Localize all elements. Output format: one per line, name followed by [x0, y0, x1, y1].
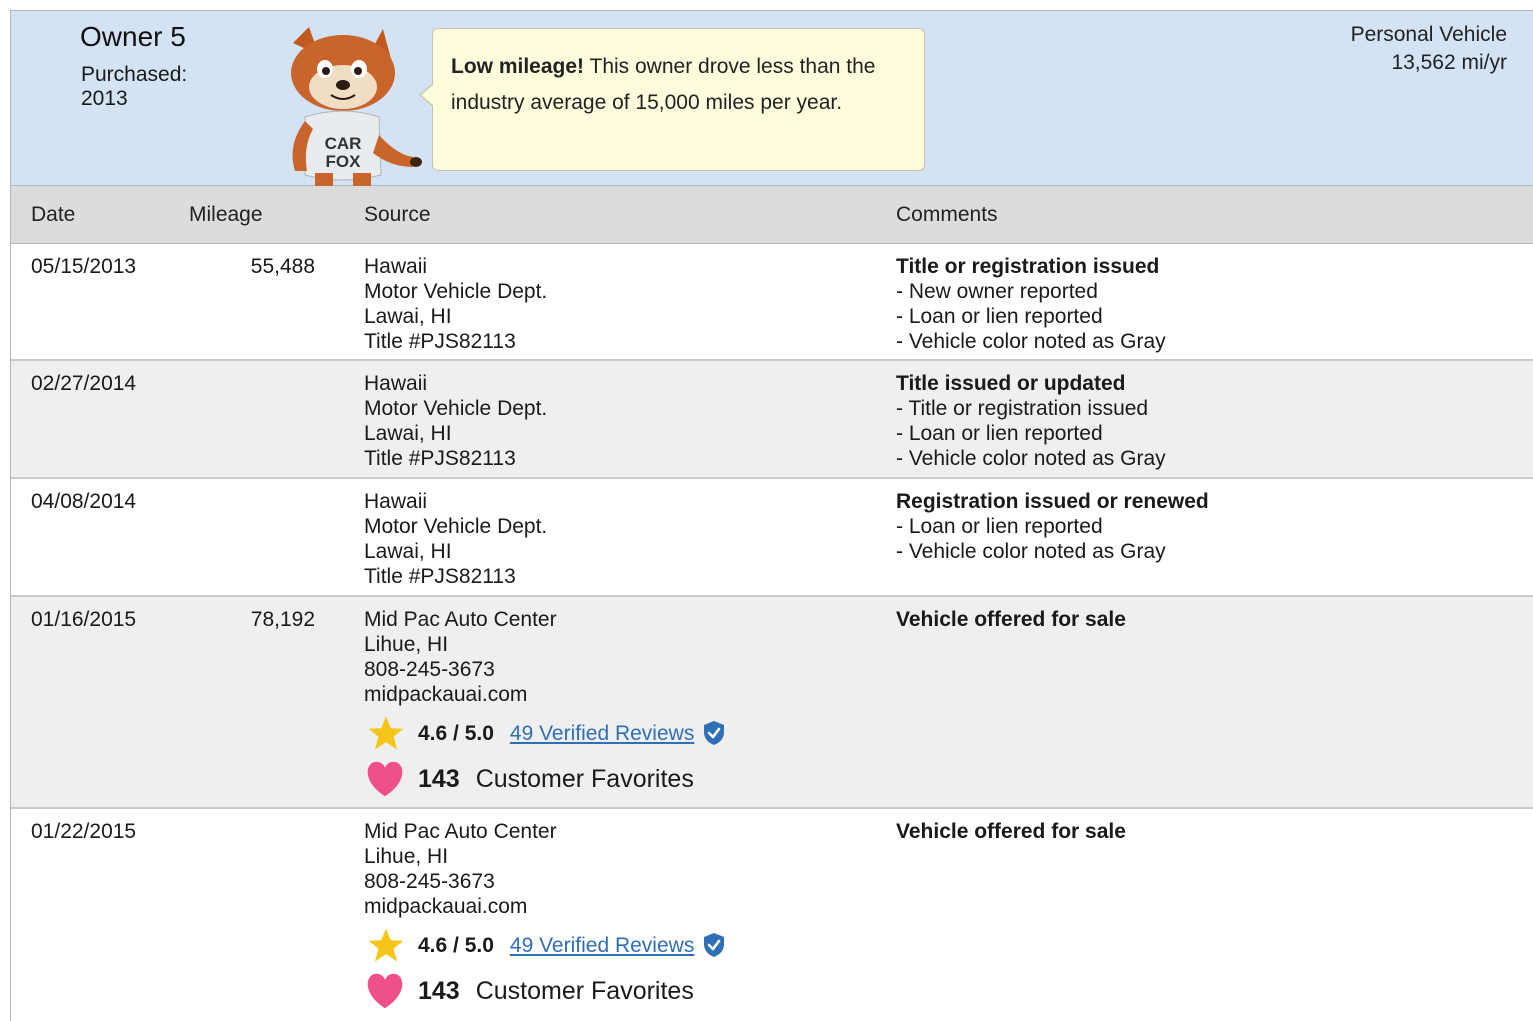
dealer-rating: 4.6 / 5.0 49 Verified Reviews: [364, 715, 726, 751]
favorites-count: 143: [418, 764, 460, 793]
table-row: 01/16/2015 78,192 Mid Pac Auto Center Li…: [11, 597, 1533, 809]
source-line: Motor Vehicle Dept.: [364, 397, 548, 420]
row-source: Mid Pac Auto Center Lihue, HI 808-245-36…: [364, 819, 726, 1013]
dealer-phone: 808-245-3673: [364, 870, 495, 893]
comment-line: - Title or registration issued: [896, 397, 1149, 420]
table-row: 02/27/2014 Hawaii Motor Vehicle Dept. La…: [11, 361, 1533, 479]
comment-heading: Vehicle offered for sale: [896, 820, 1126, 843]
rating-score: 4.6 / 5.0: [418, 933, 494, 957]
low-mileage-bubble: Low mileage! This owner drove less than …: [419, 28, 925, 171]
source-line: Hawaii: [364, 372, 428, 395]
column-header-comments: Comments: [896, 203, 998, 226]
row-date: 02/27/2014: [31, 372, 137, 395]
comment-line: - Vehicle color noted as Gray: [896, 330, 1166, 353]
row-mileage: 55,488: [250, 255, 315, 278]
svg-text:CAR: CAR: [325, 134, 362, 153]
column-header-mileage: Mileage: [189, 203, 263, 226]
verified-shield-icon: [704, 933, 725, 957]
dealer-name: Mid Pac Auto Center: [364, 820, 557, 843]
verified-shield-icon: [704, 721, 725, 745]
row-source: Hawaii Motor Vehicle Dept. Lawai, HI Tit…: [364, 254, 547, 354]
source-line: Motor Vehicle Dept.: [364, 280, 548, 303]
table-row: 05/15/2013 55,488 Hawaii Motor Vehicle D…: [11, 244, 1533, 361]
vehicle-usage: Personal Vehicle 13,562 mi/yr: [1351, 21, 1507, 77]
favorites-label: Customer Favorites: [475, 976, 694, 1005]
comment-line: - Loan or lien reported: [896, 422, 1103, 445]
row-date: 04/08/2014: [31, 490, 137, 513]
comment-line: - Vehicle color noted as Gray: [896, 447, 1166, 470]
source-line: Hawaii: [364, 490, 428, 513]
row-mileage: 78,192: [250, 608, 315, 631]
row-comments: Title or registration issued - New owner…: [896, 254, 1166, 354]
source-line: Lawai, HI: [364, 540, 452, 563]
dealer-location: Lihue, HI: [364, 845, 449, 868]
table-header: Date Mileage Source Comments: [11, 186, 1533, 244]
row-comments: Registration issued or renewed - Loan or…: [896, 489, 1209, 564]
comment-line: - Loan or lien reported: [896, 305, 1103, 328]
owner-header: Owner 5 Purchased: 2013 CAR FOX Low mile…: [11, 11, 1533, 187]
verified-reviews-link[interactable]: 49 Verified Reviews: [510, 721, 694, 746]
row-source: Hawaii Motor Vehicle Dept. Lawai, HI Tit…: [364, 489, 547, 589]
comment-heading: Vehicle offered for sale: [896, 608, 1126, 631]
row-date: 01/16/2015: [31, 608, 137, 631]
dealer-location: Lihue, HI: [364, 633, 449, 656]
owner-title: Owner 5: [80, 21, 186, 52]
star-icon: [368, 716, 404, 750]
source-line: Hawaii: [364, 255, 428, 278]
purchased-info: Purchased: 2013: [81, 63, 187, 111]
favorites-label: Customer Favorites: [475, 764, 694, 793]
comment-heading: Registration issued or renewed: [896, 490, 1209, 513]
vehicle-history-report: Owner 5 Purchased: 2013 CAR FOX Low mile…: [10, 10, 1533, 1021]
comment-line: - Loan or lien reported: [896, 515, 1103, 538]
miles-per-year: 13,562 mi/yr: [1391, 51, 1507, 74]
row-date: 05/15/2013: [31, 255, 137, 278]
dealer-phone: 808-245-3673: [364, 658, 495, 681]
source-line: Title #PJS82113: [364, 565, 516, 588]
dealer-website: midpackauai.com: [364, 683, 528, 706]
column-header-date: Date: [31, 203, 76, 226]
row-source: Mid Pac Auto Center Lihue, HI 808-245-36…: [364, 607, 726, 801]
purchased-label: Purchased:: [81, 63, 188, 86]
customer-favorites: 143 Customer Favorites: [364, 969, 726, 1013]
comment-heading: Title issued or updated: [896, 372, 1126, 395]
dealer-website: midpackauai.com: [364, 895, 528, 918]
row-date: 01/22/2015: [31, 820, 137, 843]
table-row: 01/22/2015 Mid Pac Auto Center Lihue, HI…: [11, 809, 1533, 1021]
source-line: Title #PJS82113: [364, 447, 516, 470]
comment-heading: Title or registration issued: [896, 255, 1160, 278]
source-line: Lawai, HI: [364, 422, 452, 445]
svg-text:FOX: FOX: [326, 152, 362, 171]
row-comments: Vehicle offered for sale: [896, 607, 1126, 632]
vehicle-type-label: Personal Vehicle: [1350, 23, 1507, 46]
comment-line: - Vehicle color noted as Gray: [896, 540, 1166, 563]
heart-icon: [367, 761, 403, 797]
purchased-year: 2013: [81, 87, 128, 110]
comment-line: - New owner reported: [896, 280, 1098, 303]
row-comments: Title issued or updated - Title or regis…: [896, 371, 1166, 471]
star-icon: [368, 928, 404, 962]
car-fox-mascot-icon: CAR FOX: [291, 27, 422, 187]
customer-favorites: 143 Customer Favorites: [364, 757, 726, 801]
bubble-highlight: Low mileage!: [451, 55, 585, 78]
source-line: Lawai, HI: [364, 305, 452, 328]
rating-score: 4.6 / 5.0: [418, 721, 494, 745]
verified-reviews-link[interactable]: 49 Verified Reviews: [510, 933, 694, 958]
source-line: Motor Vehicle Dept.: [364, 515, 548, 538]
favorites-count: 143: [418, 976, 460, 1005]
row-comments: Vehicle offered for sale: [896, 819, 1126, 844]
column-header-source: Source: [364, 203, 431, 226]
table-row: 04/08/2014 Hawaii Motor Vehicle Dept. La…: [11, 479, 1533, 597]
row-source: Hawaii Motor Vehicle Dept. Lawai, HI Tit…: [364, 371, 547, 471]
source-line: Title #PJS82113: [364, 330, 516, 353]
heart-icon: [367, 973, 403, 1009]
dealer-rating: 4.6 / 5.0 49 Verified Reviews: [364, 927, 726, 963]
dealer-name: Mid Pac Auto Center: [364, 608, 557, 631]
